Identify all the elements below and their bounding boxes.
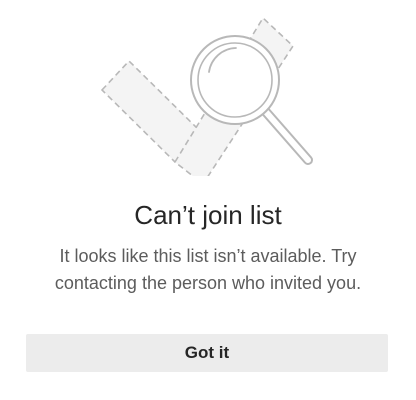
dialog-message: It looks like this list isn’t available.… xyxy=(54,246,362,293)
cant-join-list-dialog: Can’t join list It looks like this list … xyxy=(0,0,416,400)
got-it-button[interactable]: Got it xyxy=(26,334,388,372)
magnifier-over-broken-list-icon xyxy=(100,16,313,176)
dialog-title: Can’t join list xyxy=(134,200,282,230)
